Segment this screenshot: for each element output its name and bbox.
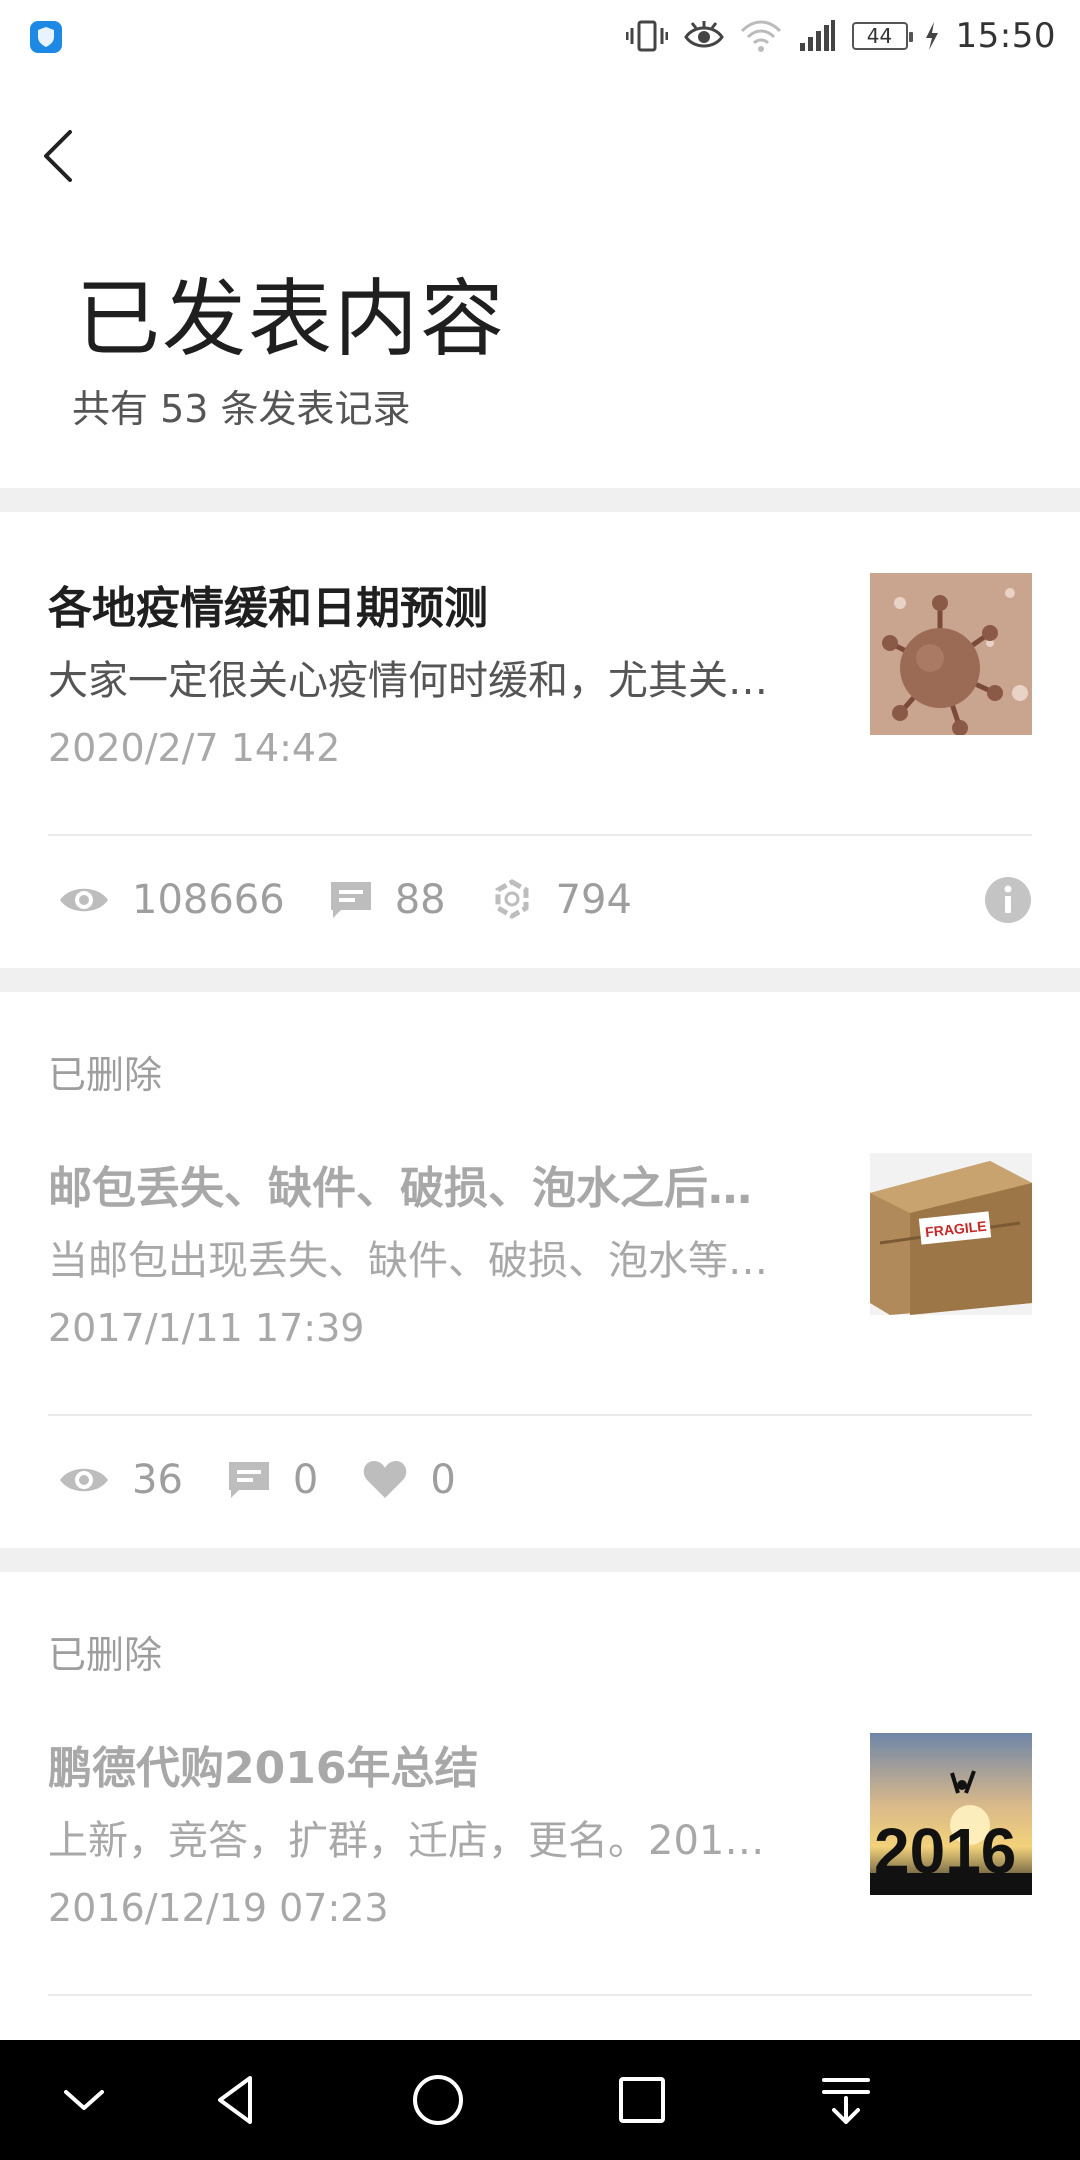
post-excerpt: 当邮包出现丢失、缺件、破损、泡水等… (48, 1238, 768, 1284)
like-count: 0 (430, 1457, 456, 1503)
comment-count: 88 (394, 877, 446, 923)
home-icon[interactable] (408, 2070, 468, 2130)
view-count: 36 (132, 1457, 183, 1503)
divider (48, 834, 1032, 836)
navigation-bar (0, 2040, 1080, 2160)
comment-icon (228, 1462, 269, 1498)
notification-pull-icon[interactable] (816, 2070, 876, 2130)
post-card[interactable]: 已删除 邮包丢失、缺件、破损、泡水之后… 当邮包出现丢失、缺件、破损、泡水等… … (0, 992, 1080, 1548)
deleted-tag: 已删除 (48, 1053, 163, 1097)
charging-icon (924, 21, 940, 51)
thumb-label: 2016 (874, 1815, 1016, 1887)
shield-app-icon (30, 21, 62, 53)
page-subtitle: 共有 53 条发表记录 (72, 387, 411, 431)
post-date: 2016/12/19 07:23 (48, 1886, 389, 1930)
year-2016-image[interactable]: 2016 (870, 1733, 1032, 1895)
post-title[interactable]: 各地疫情缓和日期预测 (48, 572, 848, 636)
third-stat-count: 794 (555, 877, 632, 923)
vibrate-icon (625, 19, 668, 53)
post-date: 2017/1/11 17:39 (48, 1306, 365, 1350)
share-icon (495, 879, 529, 919)
status-bar: 44 15:50 (0, 0, 1080, 72)
comment-icon (330, 882, 371, 918)
post-title[interactable]: 鹏德代购2016年总结 (48, 1732, 848, 1796)
collapse-icon[interactable] (54, 2070, 114, 2130)
divider (48, 1994, 1032, 1996)
section-separator (0, 968, 1080, 992)
recents-icon[interactable] (612, 2070, 672, 2130)
back-icon[interactable] (206, 2070, 266, 2130)
heart-icon (364, 1461, 407, 1498)
post-card[interactable]: 已删除 鹏德代购2016年总结 上新，竞答，扩群，迁店，更名。201… 2016… (0, 1572, 1080, 2040)
section-separator (0, 1548, 1080, 1572)
back-button[interactable] (30, 120, 90, 190)
eye-icon (60, 1468, 108, 1492)
virus-image[interactable] (870, 573, 1032, 735)
post-stats: 108666 88 794 (58, 870, 676, 930)
section-separator (0, 488, 1080, 512)
comment-count: 0 (292, 1457, 319, 1503)
view-count: 108666 (132, 877, 285, 923)
package-image[interactable]: FRAGILE (870, 1153, 1032, 1315)
divider (48, 1414, 1032, 1416)
wifi-icon (740, 19, 782, 53)
status-time: 15:50 (955, 16, 1056, 56)
signal-icon (798, 19, 836, 53)
deleted-tag: 已删除 (48, 1633, 163, 1677)
eye-icon (60, 888, 108, 912)
battery-level: 44 (866, 24, 893, 48)
eye-icon (683, 19, 724, 53)
post-excerpt: 上新，竞答，扩群，迁店，更名。201… (48, 1818, 765, 1864)
post-stats: 36 0 0 (58, 1450, 500, 1510)
post-date: 2020/2/7 14:42 (48, 726, 341, 770)
post-title[interactable]: 邮包丢失、缺件、破损、泡水之后… (48, 1152, 848, 1216)
info-icon[interactable] (984, 876, 1032, 924)
page-title: 已发表内容 (76, 270, 507, 368)
post-card[interactable]: 各地疫情缓和日期预测 大家一定很关心疫情何时缓和，尤其关… 2020/2/7 1… (0, 512, 1080, 968)
post-excerpt: 大家一定很关心疫情何时缓和，尤其关… (48, 658, 768, 704)
chevron-left-icon (44, 130, 72, 182)
battery-icon: 44 (851, 22, 913, 50)
